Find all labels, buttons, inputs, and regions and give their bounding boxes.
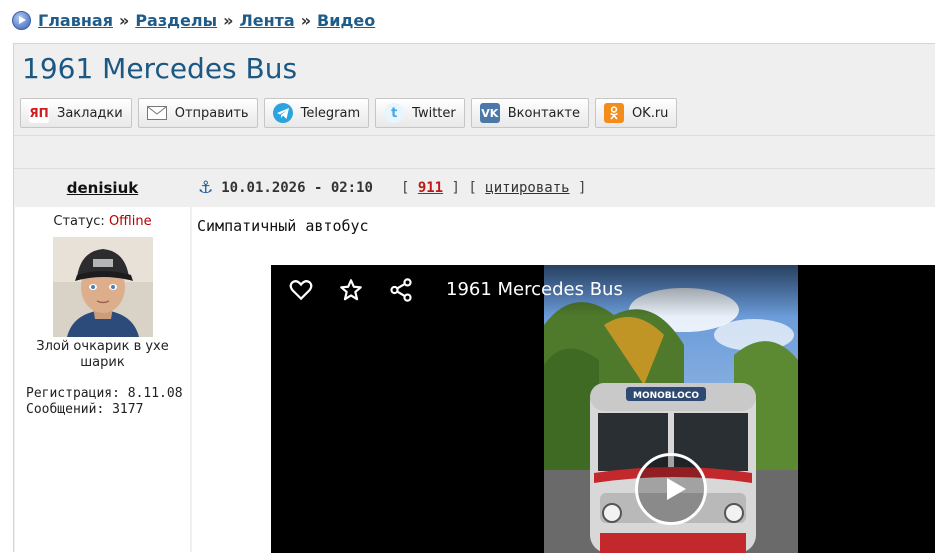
author-stats: Регистрация: 8.11.08 Сообщений: 3177 — [26, 386, 190, 418]
bus-sign-text: MONOBLOCO — [633, 391, 699, 401]
messages-value: 3177 — [112, 402, 144, 417]
registration-label: Регистрация: — [26, 386, 120, 401]
video-title: 1961 Mercedes Bus — [446, 279, 623, 300]
twitter-icon: t — [384, 103, 405, 123]
breadcrumb-video[interactable]: Видео — [317, 11, 375, 30]
odnoklassniki-icon — [603, 103, 624, 123]
breadcrumb: Главная » Разделы » Лента » Видео — [12, 9, 375, 31]
share-button-label: Telegram — [300, 105, 361, 121]
share-twitter-button[interactable]: t Twitter — [375, 98, 465, 128]
author-header: denisiuk — [15, 169, 190, 207]
status-label: Статус: — [53, 214, 105, 229]
share-button-label: Twitter — [412, 105, 456, 121]
share-button-label: Закладки — [57, 105, 123, 121]
share-button-label: Отправить — [174, 105, 249, 121]
avatar[interactable] — [52, 237, 153, 337]
registration-value: 8.11.08 — [127, 386, 183, 401]
breadcrumb-home[interactable]: Главная — [38, 11, 113, 30]
share-toolbar: ЯП Закладки Отправить Telegram t Twitter… — [20, 98, 683, 128]
breadcrumb-separator: » — [300, 10, 312, 30]
breadcrumb-sections[interactable]: Разделы — [135, 11, 217, 30]
post-author-panel: denisiuk Статус: Offline Злой очкарик в … — [15, 169, 190, 553]
post-body-panel: ⚓ 10.01.2026 - 02:10 [ 911 ] [ цитироват… — [192, 169, 935, 553]
registration-row: Регистрация: 8.11.08 — [26, 386, 190, 402]
anchor-icon[interactable]: ⚓ — [198, 178, 213, 198]
author-status: Статус: Offline — [15, 214, 190, 229]
topic-divider — [14, 135, 935, 169]
post-number-link[interactable]: 911 — [418, 180, 443, 196]
yandex-bookmarks-icon: ЯП — [29, 103, 49, 123]
author-signature: Злой очкарик в ухе шарик — [36, 339, 169, 370]
page-title: 1961 Mercedes Bus — [22, 52, 298, 85]
share-send-button[interactable]: Отправить — [137, 98, 258, 128]
telegram-icon — [272, 103, 293, 123]
quote-link[interactable]: цитировать — [485, 180, 569, 196]
share-vk-button[interactable]: VK Вконтакте — [470, 98, 589, 128]
share-button-label: OK.ru — [631, 105, 669, 121]
video-player[interactable]: MONOBLOCO 1961 Mercedes Bus — [271, 265, 935, 553]
share-ok-button[interactable]: OK.ru — [594, 98, 678, 128]
play-icon[interactable] — [635, 453, 707, 525]
heart-icon[interactable] — [288, 277, 314, 303]
breadcrumb-separator: » — [223, 10, 234, 30]
breadcrumb-feed[interactable]: Лента — [239, 11, 294, 30]
post-date: 10.01.2026 - 02:10 — [221, 180, 373, 196]
messages-label: Сообщений: — [26, 402, 105, 417]
vk-icon: VK — [479, 103, 500, 123]
author-name-link[interactable]: denisiuk — [67, 179, 138, 197]
breadcrumb-separator: » — [118, 10, 130, 30]
post-meta: [ 911 ] [ цитировать ] — [400, 180, 587, 196]
topic-panel: 1961 Mercedes Bus ЯП Закладки Отправить … — [13, 43, 935, 553]
status-value: Offline — [108, 214, 152, 229]
star-icon[interactable] — [338, 277, 364, 303]
post-text: Симпатичный автобус — [197, 217, 369, 235]
share-telegram-button[interactable]: Telegram — [263, 98, 370, 128]
share-button-label: Вконтакте — [507, 105, 580, 121]
mail-icon — [146, 103, 167, 123]
home-icon[interactable] — [12, 10, 31, 30]
messages-row: Сообщений: 3177 — [26, 402, 190, 418]
share-bookmarks-button[interactable]: ЯП Закладки — [20, 98, 132, 128]
post-header: ⚓ 10.01.2026 - 02:10 [ 911 ] [ цитироват… — [192, 169, 935, 207]
share-icon[interactable] — [388, 277, 414, 303]
